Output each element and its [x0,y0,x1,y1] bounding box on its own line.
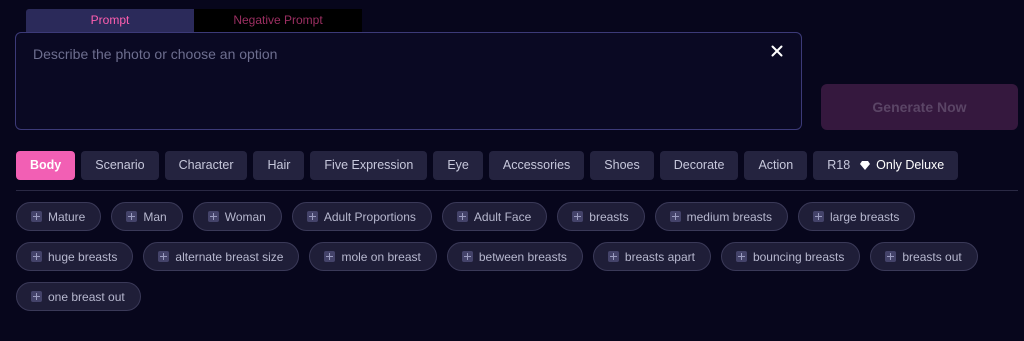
category-tab-decorate[interactable]: Decorate [659,151,739,180]
plus-icon [31,211,42,222]
tag-chip[interactable]: breasts apart [592,242,711,271]
tag-label: mole on breast [341,249,421,264]
only-deluxe-label: Only Deluxe [876,158,945,172]
tag-chip[interactable]: breasts [557,202,645,231]
plus-icon [126,211,138,222]
prompt-generator-panel: Prompt Negative Prompt Generate Now Body… [0,0,1024,341]
category-tab-action[interactable]: Action [744,151,808,180]
plus-icon [735,251,747,262]
diamond-icon [860,161,871,170]
generate-button[interactable]: Generate Now [821,84,1018,130]
category-tab-shoes[interactable]: Shoes [590,151,654,180]
category-tab-five-expression[interactable]: Five Expression [310,151,428,180]
plus-icon [31,251,42,262]
tag-chip[interactable]: Woman [192,202,282,231]
prompt-input[interactable] [31,45,755,63]
tag-label: Woman [224,209,266,224]
tag-label: Adult Face [473,209,532,224]
tag-chip[interactable]: huge breasts [16,242,134,271]
category-tab-body[interactable]: Body [16,151,76,180]
tag-chip[interactable]: Adult Face [441,202,548,231]
category-tab-eye[interactable]: Eye [433,151,483,180]
tag-chip[interactable]: Adult Proportions [291,202,432,231]
plus-icon [461,251,473,262]
tag-label: breasts apart [624,249,695,264]
tag-label: one breast out [48,289,125,304]
tag-label: large breasts [830,209,900,224]
category-tab-hair[interactable]: Hair [253,151,305,180]
tag-label: breasts out [902,249,962,264]
close-icon[interactable] [769,43,785,59]
category-tab-r18-label: R18 [827,158,851,172]
tag-chip[interactable]: Man [111,202,183,231]
tag-label: alternate breast size [175,249,284,264]
tag-label: medium breasts [686,209,773,224]
tag-chip[interactable]: Mature [16,202,102,231]
category-tab-scenario[interactable]: Scenario [81,151,159,180]
prompt-tabs: Prompt Negative Prompt [26,9,362,32]
divider [16,190,1018,191]
plus-icon [306,211,318,222]
tag-chip[interactable]: alternate breast size [143,242,300,271]
tag-chip[interactable]: large breasts [798,202,916,231]
plus-icon [885,251,897,262]
category-tab-r18[interactable]: R18 Only Deluxe [813,151,959,180]
plus-icon [669,211,681,222]
tag-list: Mature Man Woman Adult Proportions Adult Fac… [16,202,1006,311]
tag-label: Adult Proportions [323,209,416,224]
tag-chip[interactable]: one breast out [16,282,141,311]
category-tab-character[interactable]: Character [164,151,248,180]
plus-icon [31,291,42,302]
category-tab-accessories[interactable]: Accessories [488,151,585,180]
tag-label: bouncing breasts [752,249,845,264]
plus-icon [207,211,219,222]
plus-icon [572,211,584,222]
plus-icon [813,211,825,222]
plus-icon [456,211,468,222]
tag-label: Mature [48,209,86,224]
tag-chip[interactable]: bouncing breasts [720,242,861,271]
plus-icon [158,251,170,262]
tag-label: Man [143,209,167,224]
plus-icon [607,251,619,262]
plus-icon [324,251,336,262]
tag-chip[interactable]: mole on breast [309,242,437,271]
prompt-box [15,32,802,130]
tag-label: huge breasts [48,249,118,264]
tag-label: between breasts [478,249,567,264]
category-tabs: Body Scenario Character Hair Five Expres… [16,151,959,180]
tab-prompt[interactable]: Prompt [26,9,194,32]
tag-label: breasts [589,209,629,224]
tag-chip[interactable]: between breasts [446,242,583,271]
tag-chip[interactable]: medium breasts [654,202,789,231]
tag-chip[interactable]: breasts out [870,242,978,271]
tab-negative-prompt[interactable]: Negative Prompt [194,9,362,32]
